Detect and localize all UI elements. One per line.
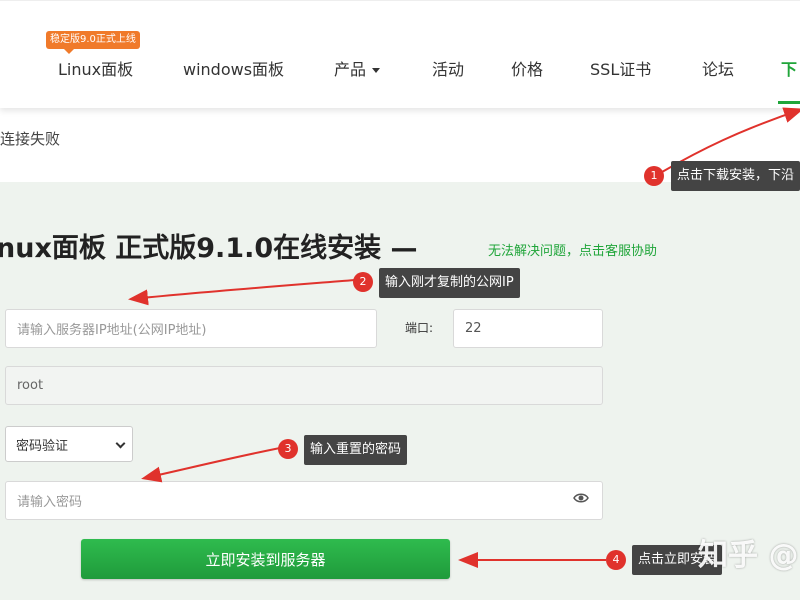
annotation-arrows <box>128 107 800 568</box>
annotation-3: 输入重置的密码 <box>304 435 408 465</box>
zhihu-watermark: 知乎 @ <box>698 538 799 573</box>
annotation-2: 输入刚才复制的公网IP <box>379 268 520 298</box>
marker-3: 3 <box>278 439 298 459</box>
marker-1: 1 <box>644 166 664 186</box>
marker-4: 4 <box>606 550 626 570</box>
annotation-1: 点击下载安装，下沿 <box>671 161 800 191</box>
arrow-3 <box>141 447 281 483</box>
arrow-2 <box>128 279 356 306</box>
marker-2: 2 <box>353 272 373 292</box>
